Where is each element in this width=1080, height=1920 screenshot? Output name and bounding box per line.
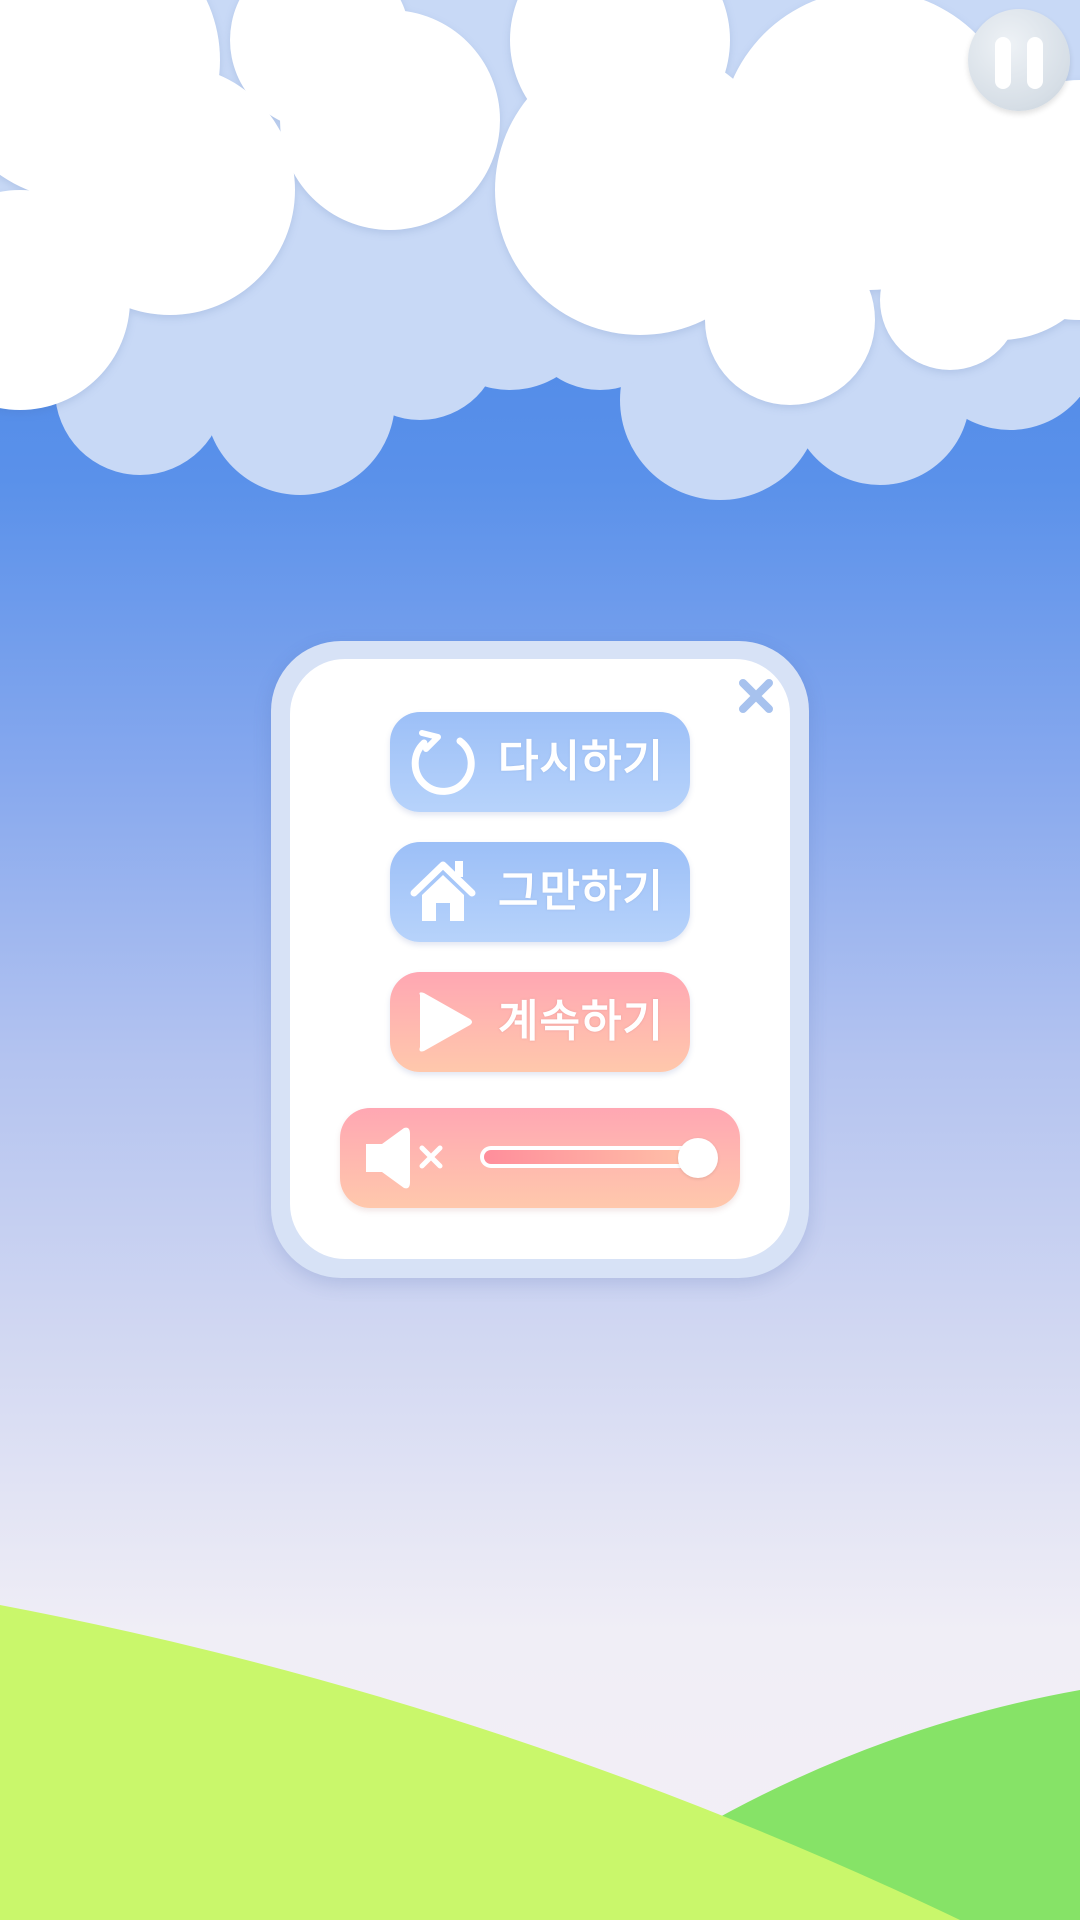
hills-background bbox=[0, 1605, 1080, 1920]
volume-slider-track[interactable] bbox=[480, 1146, 702, 1168]
close-button[interactable] bbox=[738, 678, 774, 714]
volume-control bbox=[340, 1108, 740, 1208]
close-icon bbox=[739, 679, 773, 713]
play-icon bbox=[419, 992, 472, 1052]
quit-label: 그만하기 bbox=[498, 866, 664, 917]
continue-label: 계속하기 bbox=[498, 996, 664, 1047]
volume-slider-handle[interactable] bbox=[678, 1138, 718, 1178]
clouds-background bbox=[0, 0, 1080, 500]
speaker-mute-icon[interactable] bbox=[362, 1126, 452, 1190]
restart-icon bbox=[411, 730, 475, 795]
pause-icon bbox=[995, 37, 1011, 89]
home-icon bbox=[410, 861, 476, 921]
pause-button[interactable] bbox=[968, 9, 1070, 111]
quit-button[interactable]: 그만하기 bbox=[390, 842, 690, 942]
continue-button[interactable]: 계속하기 bbox=[390, 972, 690, 1072]
restart-button[interactable]: 다시하기 bbox=[390, 712, 690, 812]
volume-slider-fill bbox=[484, 1150, 698, 1164]
restart-label: 다시하기 bbox=[498, 736, 664, 787]
